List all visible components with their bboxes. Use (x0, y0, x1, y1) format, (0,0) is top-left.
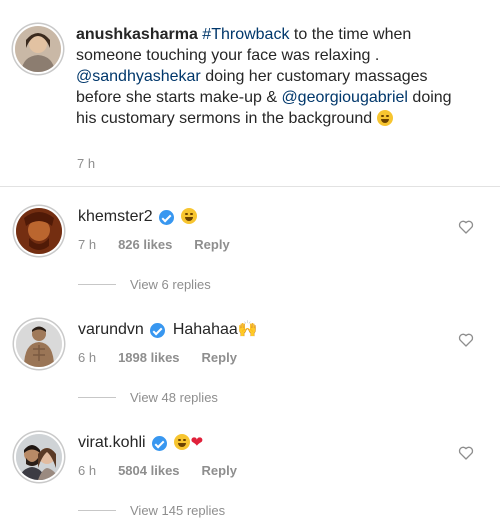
comment-text: ❤ (173, 433, 204, 453)
view-replies-label: View 48 replies (130, 390, 218, 405)
heart-outline-icon[interactable] (458, 445, 474, 461)
comment-virat-kohli: virat.kohli ❤ 6 h 5804 likes Reply View … (0, 433, 500, 526)
caption-username[interactable]: anushkasharma (76, 26, 198, 43)
view-replies-button[interactable]: View 145 replies (78, 503, 225, 518)
caption-divider (0, 186, 500, 187)
avatar-image (16, 208, 62, 254)
comment-username[interactable]: virat.kohli (78, 433, 146, 453)
verified-badge-icon (151, 435, 167, 451)
heart-outline-icon[interactable] (458, 332, 474, 348)
avatar-image (16, 321, 62, 367)
reply-button[interactable]: Reply (194, 237, 229, 252)
comment-header: virat.kohli ❤ (78, 433, 203, 453)
comment-username[interactable]: varundvn (78, 320, 144, 340)
caption-timestamp: 7 h (77, 156, 96, 171)
caption-text: anushkasharma #Throwback to the time whe… (76, 24, 476, 129)
comment-meta: 6 h 5804 likes Reply (78, 463, 237, 478)
reply-button[interactable]: Reply (202, 463, 237, 478)
verified-badge-icon (158, 209, 174, 225)
caption-hashtag[interactable]: #Throwback (202, 26, 289, 43)
caption-author-avatar[interactable] (15, 26, 61, 72)
comment-username[interactable]: khemster2 (78, 207, 153, 227)
reply-button[interactable]: Reply (202, 350, 237, 365)
red-heart-emoji-icon: ❤ (190, 434, 204, 451)
tears-of-joy-emoji-icon (180, 208, 197, 224)
comment-avatar[interactable] (16, 208, 62, 254)
view-replies-button[interactable]: View 48 replies (78, 390, 218, 405)
avatar-image (15, 26, 61, 72)
view-replies-button[interactable]: View 6 replies (78, 277, 211, 292)
replies-divider-line (78, 510, 116, 511)
comment-avatar[interactable] (16, 434, 62, 480)
comment-likes-count[interactable]: 826 likes (118, 237, 172, 252)
comment-khemster2: khemster2 7 h 826 likes Reply View 6 rep… (0, 207, 500, 317)
comment-avatar[interactable] (16, 321, 62, 367)
post-caption: anushkasharma #Throwback to the time whe… (0, 0, 500, 186)
avatar-image (16, 434, 62, 480)
comment-header: khemster2 (78, 207, 197, 227)
grinning-sweat-emoji-icon (376, 110, 393, 126)
comment-text (180, 207, 197, 227)
replies-divider-line (78, 397, 116, 398)
comment-timestamp: 6 h (78, 463, 97, 478)
heart-outline-icon[interactable] (458, 219, 474, 235)
caption-mention-georgiougabriel[interactable]: @georgiougabriel (281, 89, 408, 106)
comment-timestamp: 7 h (78, 237, 97, 252)
caption-mention-sandhyashekar[interactable]: @sandhyashekar (76, 68, 201, 85)
comment-varundvn: varundvn Hahahaa🙌 6 h 1898 likes Reply V… (0, 320, 500, 430)
comment-likes-count[interactable]: 5804 likes (118, 463, 179, 478)
comment-header: varundvn Hahahaa🙌 (78, 320, 258, 340)
comment-meta: 7 h 826 likes Reply (78, 237, 230, 252)
verified-badge-icon (149, 322, 165, 338)
comment-likes-count[interactable]: 1898 likes (118, 350, 179, 365)
tears-of-joy-emoji-icon (173, 434, 190, 450)
replies-divider-line (78, 284, 116, 285)
comment-timestamp: 6 h (78, 350, 97, 365)
comment-meta: 6 h 1898 likes Reply (78, 350, 237, 365)
comment-text: Hahahaa🙌 (172, 321, 258, 338)
view-replies-label: View 145 replies (130, 503, 226, 518)
view-replies-label: View 6 replies (130, 277, 211, 292)
